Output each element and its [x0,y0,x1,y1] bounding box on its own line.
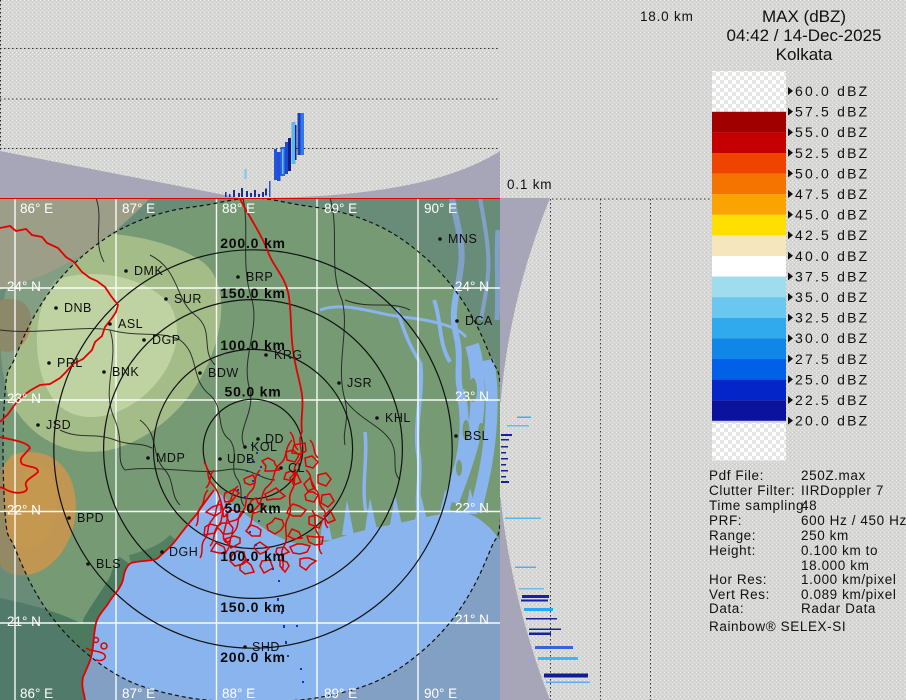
svg-text:37.5 dBZ: 37.5 dBZ [795,268,869,284]
svg-text:40.0 dBZ: 40.0 dBZ [795,248,869,264]
svg-text:DNB: DNB [64,301,92,315]
svg-text:55.0 dBZ: 55.0 dBZ [795,124,869,140]
svg-text:52.5 dBZ: 52.5 dBZ [795,145,869,161]
svg-text:45.0 dBZ: 45.0 dBZ [795,207,869,223]
svg-text:UDB: UDB [227,452,255,466]
svg-text:150.0 km: 150.0 km [220,599,286,615]
svg-text:Height:: Height: [709,543,756,558]
svg-text:Rainbow® SELEX-SI: Rainbow® SELEX-SI [709,619,846,634]
svg-text:23° N: 23° N [7,391,41,406]
svg-text:BRP: BRP [246,270,273,284]
svg-text:24° N: 24° N [455,279,489,294]
svg-text:KHL: KHL [385,411,411,425]
svg-text:22° N: 22° N [7,503,41,518]
svg-text:BPD: BPD [77,511,104,525]
svg-text:04:42 / 14-Dec-2025: 04:42 / 14-Dec-2025 [727,26,882,45]
svg-text:100.0 km: 100.0 km [220,337,286,353]
svg-text:50.0 km: 50.0 km [225,500,282,516]
svg-text:JSR: JSR [347,376,372,390]
svg-text:87° E: 87° E [122,686,155,700]
svg-text:42.5 dBZ: 42.5 dBZ [795,227,869,243]
svg-text:ASL: ASL [118,317,143,331]
svg-text:0.089 km/pixel: 0.089 km/pixel [801,587,896,602]
svg-text:100.0 km: 100.0 km [220,548,286,564]
svg-text:20.0 dBZ: 20.0 dBZ [795,413,869,429]
svg-text:90° E: 90° E [424,201,457,216]
svg-text:MNS: MNS [448,232,477,246]
svg-text:Pdf File:: Pdf File: [709,468,764,483]
svg-text:35.0 dBZ: 35.0 dBZ [795,289,869,305]
svg-text:86° E: 86° E [20,686,53,700]
svg-text:250Z.max: 250Z.max [801,468,866,483]
svg-text:IIRDoppler 7: IIRDoppler 7 [801,483,884,498]
svg-text:86° E: 86° E [20,201,53,216]
svg-text:48: 48 [801,498,817,513]
svg-text:BSL: BSL [464,429,489,443]
svg-text:21° N: 21° N [7,614,41,629]
svg-text:24° N: 24° N [7,279,41,294]
svg-text:600 Hz / 450 Hz: 600 Hz / 450 Hz [801,513,906,528]
svg-text:1.000 km/pixel: 1.000 km/pixel [801,572,896,587]
svg-text:25.0 dBZ: 25.0 dBZ [795,371,869,387]
svg-text:0.1 km: 0.1 km [507,177,552,192]
svg-text:Range:: Range: [709,528,756,543]
svg-text:KOL: KOL [251,440,278,454]
svg-text:JSD: JSD [46,418,71,432]
svg-text:18.0 km: 18.0 km [640,9,694,24]
svg-text:89° E: 89° E [324,201,357,216]
svg-text:Hor Res:: Hor Res: [709,572,767,587]
svg-text:DGH: DGH [169,545,198,559]
svg-text:BLS: BLS [96,557,121,571]
svg-text:60.0 dBZ: 60.0 dBZ [795,83,869,99]
svg-text:Radar Data: Radar Data [801,601,876,616]
svg-text:32.5 dBZ: 32.5 dBZ [795,310,869,326]
svg-text:Kolkata: Kolkata [776,45,833,64]
svg-text:200.0 km: 200.0 km [220,235,286,251]
svg-text:150.0 km: 150.0 km [220,285,286,301]
svg-text:BDW: BDW [208,366,239,380]
svg-text:50.0 km: 50.0 km [225,384,282,400]
svg-text:CL: CL [288,461,305,475]
svg-text:BNK: BNK [112,365,139,379]
svg-text:22.5 dBZ: 22.5 dBZ [795,392,869,408]
svg-text:87° E: 87° E [122,201,155,216]
svg-text:200.0 km: 200.0 km [220,649,286,665]
svg-text:Time sampling:: Time sampling: [709,498,808,513]
svg-text:DCA: DCA [465,314,493,328]
svg-text:90° E: 90° E [424,686,457,700]
svg-text:MDP: MDP [156,451,185,465]
svg-text:DGP: DGP [152,333,181,347]
svg-text:88° E: 88° E [222,686,255,700]
svg-text:PRL: PRL [57,356,83,370]
svg-text:DMK: DMK [134,264,163,278]
svg-text:30.0 dBZ: 30.0 dBZ [795,330,869,346]
svg-text:27.5 dBZ: 27.5 dBZ [795,351,869,367]
svg-text:PRF:: PRF: [709,513,742,528]
svg-text:21° N: 21° N [455,612,489,627]
svg-text:89° E: 89° E [324,686,357,700]
svg-text:18.000 km: 18.000 km [801,558,869,573]
svg-text:MAX (dBZ): MAX (dBZ) [762,7,846,26]
svg-text:Clutter Filter:: Clutter Filter: [709,483,795,498]
svg-text:22° N: 22° N [455,501,489,516]
svg-text:47.5 dBZ: 47.5 dBZ [795,186,869,202]
svg-text:57.5 dBZ: 57.5 dBZ [795,104,869,120]
svg-text:Data:: Data: [709,601,744,616]
svg-text:50.0 dBZ: 50.0 dBZ [795,165,869,181]
svg-text:SUR: SUR [174,292,202,306]
svg-text:23° N: 23° N [455,389,489,404]
svg-text:Vert Res:: Vert Res: [709,587,770,602]
svg-text:250 km: 250 km [801,528,849,543]
svg-text:0.100 km to: 0.100 km to [801,543,878,558]
svg-text:88° E: 88° E [222,201,255,216]
